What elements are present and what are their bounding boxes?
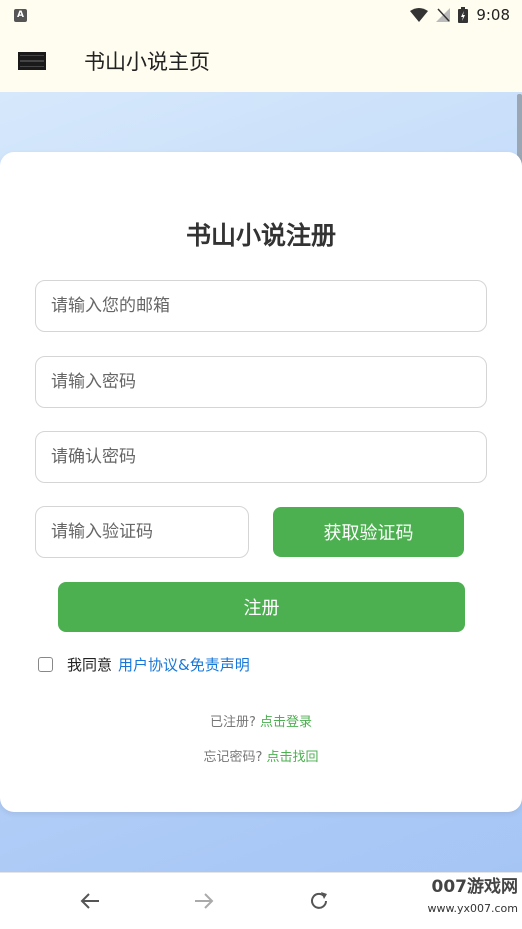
password-input[interactable] — [35, 356, 487, 408]
app-bar: 书山小说主页 — [0, 30, 522, 92]
register-title: 书山小说注册 — [185, 221, 336, 250]
email-input[interactable] — [35, 280, 487, 332]
page-title: 书山小说主页 — [84, 50, 210, 74]
wifi-icon — [410, 8, 429, 22]
watermark-brand: 007游戏网 — [431, 877, 519, 897]
status-left: A — [14, 8, 27, 22]
agree-checkbox[interactable] — [38, 657, 53, 672]
reload-button[interactable] — [305, 887, 333, 915]
register-button[interactable]: 注册 — [58, 582, 465, 632]
login-row: 已注册? 点击登录 — [0, 711, 522, 730]
agree-label: 我同意 — [67, 656, 113, 674]
verification-code-input[interactable] — [35, 506, 249, 558]
get-code-button[interactable]: 获取验证码 — [273, 507, 464, 557]
agreement-row: 我同意 用户协议&免责声明 — [38, 654, 250, 675]
forgot-label: 忘记密码? — [203, 750, 263, 765]
battery-charging-icon — [458, 7, 469, 23]
status-time: 9:08 — [476, 6, 510, 24]
registered-label: 已注册? — [209, 715, 256, 730]
app-notification-icon: A — [14, 8, 27, 22]
watermark-logo: 007游戏网 www.yx007.com — [408, 876, 518, 926]
reload-icon — [311, 892, 327, 909]
status-right: 9:08 — [410, 6, 510, 24]
login-link[interactable]: 点击登录 — [260, 715, 312, 730]
arrow-left-icon — [80, 893, 99, 909]
status-bar: A 9:08 — [0, 0, 522, 30]
register-card: 书山小说注册 获取验证码 注册 我同意 用户协议&免责声明 已注册? 点击登录 … — [0, 152, 522, 812]
no-signal-icon — [436, 8, 451, 22]
forward-button[interactable] — [190, 887, 218, 915]
watermark-site: www.yx007.com — [427, 902, 518, 915]
agreement-link[interactable]: 用户协议&免责声明 — [118, 654, 250, 675]
webview-content: 书山小说注册 获取验证码 注册 我同意 用户协议&免责声明 已注册? 点击登录 … — [0, 92, 522, 872]
forgot-row: 忘记密码? 点击找回 — [0, 746, 522, 765]
arrow-right-icon — [195, 893, 214, 909]
back-button[interactable] — [76, 887, 104, 915]
recover-link[interactable]: 点击找回 — [267, 750, 319, 765]
menu-icon[interactable] — [18, 52, 46, 70]
confirm-password-input[interactable] — [35, 431, 487, 483]
